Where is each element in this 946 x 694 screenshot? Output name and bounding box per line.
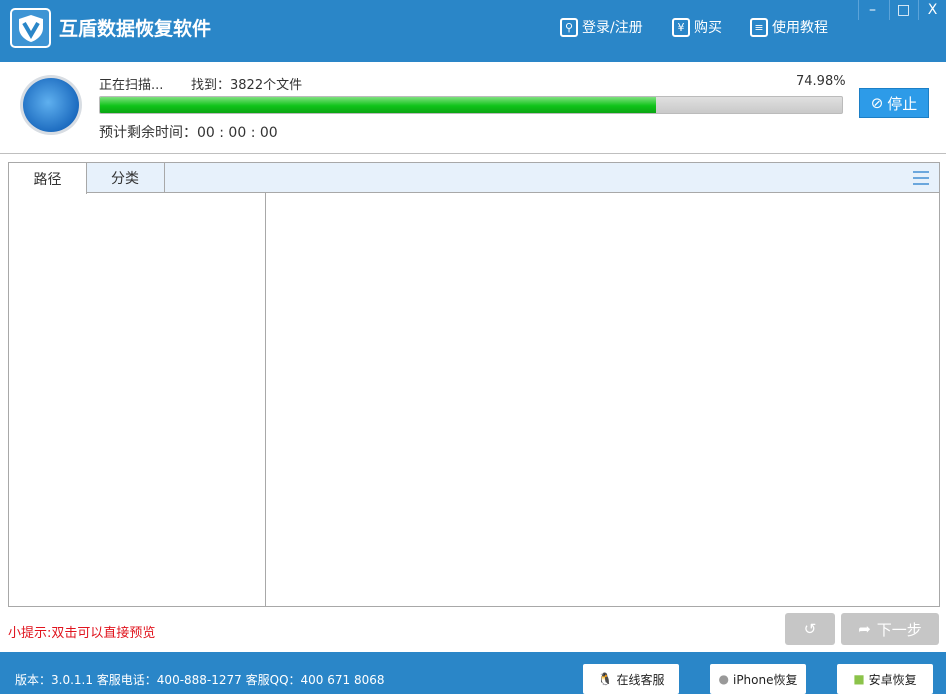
- version-contact-info: 版本：3.0.1.1 客服电话：400-888-1277 客服QQ：400 67…: [15, 673, 385, 687]
- shield-logo-icon: [10, 8, 51, 48]
- yen-icon: ¥: [672, 17, 690, 37]
- tab-path[interactable]: 路径: [9, 163, 87, 194]
- tab-bar: 路径 分类: [9, 163, 939, 194]
- hint-text: 小提示:双击可以直接预览: [8, 626, 156, 641]
- online-label: 在线客服: [616, 672, 665, 687]
- close-button[interactable]: X: [918, 0, 946, 20]
- online-support-button[interactable]: 🐧 在线客服: [583, 664, 679, 694]
- tab-category[interactable]: 分类: [86, 163, 165, 193]
- menu-icon[interactable]: [913, 171, 929, 185]
- footer: 版本：3.0.1.1 客服电话：400-888-1277 客服QQ：400 67…: [0, 652, 946, 694]
- tutorial-link[interactable]: ≡ 使用教程: [750, 17, 828, 37]
- android-icon: ■: [853, 672, 865, 686]
- stop-label: 停止: [887, 94, 918, 113]
- iphone-label: iPhone恢复: [732, 672, 798, 687]
- android-label: 安卓恢复: [868, 672, 917, 687]
- qq-penguin-icon: 🐧: [597, 672, 613, 686]
- back-button[interactable]: ↺: [785, 613, 835, 645]
- book-icon: ≡: [750, 17, 768, 37]
- progress-bar: [99, 96, 843, 114]
- next-label: 下一步: [876, 620, 922, 639]
- files-found: 找到：3822个文件: [191, 78, 303, 93]
- tutorial-label: 使用教程: [772, 20, 828, 36]
- radar-scan-icon: [20, 75, 82, 135]
- title-bar: 互盾数据恢复软件 ⚲ 登录/注册 ¥ 购买 ≡ 使用教程 – □ X: [0, 0, 946, 62]
- login-label: 登录/注册: [582, 20, 643, 36]
- maximize-button[interactable]: □: [889, 0, 917, 20]
- key-icon: ⚲: [560, 17, 578, 37]
- forward-arrow-icon: ➦: [858, 620, 871, 638]
- directory-tree[interactable]: [9, 193, 266, 606]
- apple-icon: ●: [718, 672, 729, 686]
- buy-label: 购买: [694, 20, 722, 36]
- buy-link[interactable]: ¥ 购买: [672, 17, 722, 37]
- stop-icon: ⊘: [870, 94, 884, 112]
- remaining-time: 预计剩余时间：00 : 00 : 00: [99, 125, 278, 141]
- iphone-recovery-button[interactable]: ● iPhone恢复: [710, 664, 806, 694]
- results-panel: 路径 分类: [8, 162, 940, 607]
- progress-percent: 74.98%: [796, 74, 846, 89]
- file-list[interactable]: [267, 193, 939, 606]
- divider: [0, 153, 946, 154]
- undo-icon: ↺: [803, 620, 817, 638]
- progress-fill: [100, 97, 657, 113]
- android-recovery-button[interactable]: ■ 安卓恢复: [837, 664, 933, 694]
- login-register-link[interactable]: ⚲ 登录/注册: [560, 17, 643, 37]
- scan-status: 正在扫描...: [99, 78, 164, 93]
- next-step-button[interactable]: ➦ 下一步: [841, 613, 939, 645]
- stop-button[interactable]: ⊘ 停止: [859, 88, 929, 118]
- minimize-button[interactable]: –: [858, 0, 886, 20]
- app-title: 互盾数据恢复软件: [59, 18, 212, 40]
